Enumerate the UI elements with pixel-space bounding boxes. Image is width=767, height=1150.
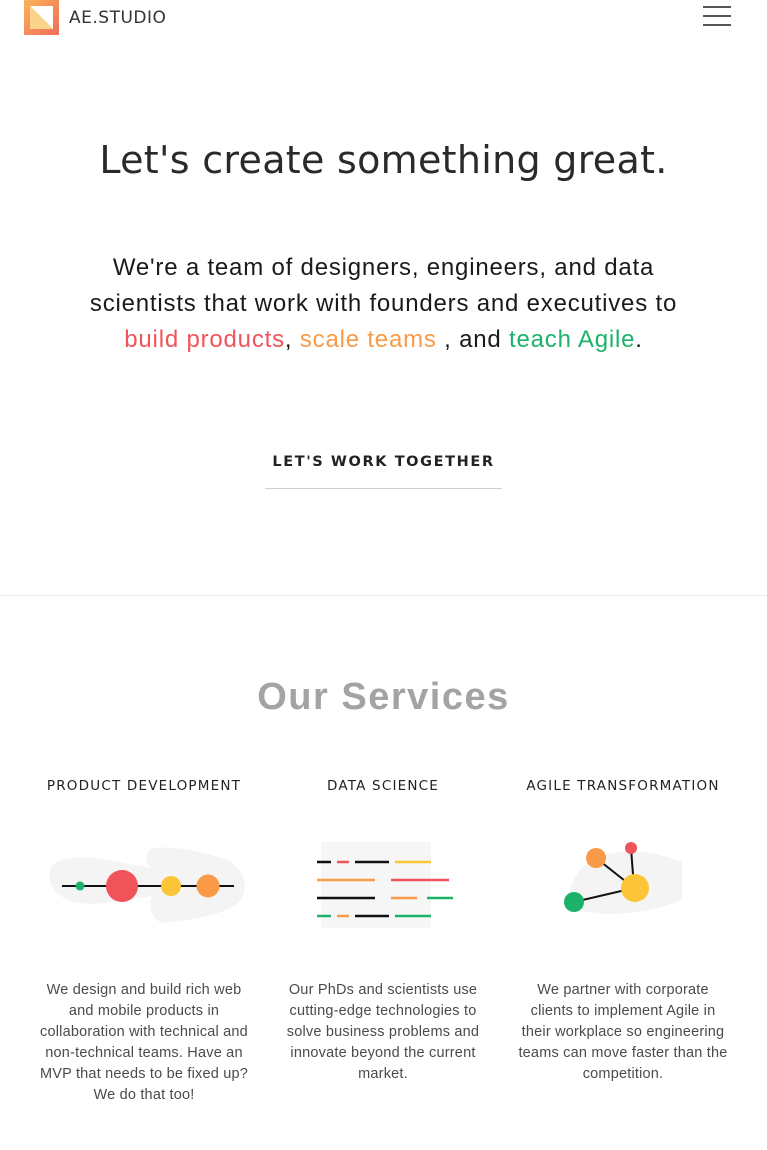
service-heading: AGILE TRANSFORMATION [526, 778, 720, 794]
services-title: Our Services [257, 676, 510, 718]
service-description: We partner with corporate clients to imp… [518, 982, 728, 1082]
data-science-illustration-icon [317, 842, 453, 928]
brand-name: AE.STUDIO [69, 7, 167, 28]
lets-work-together-button[interactable]: LET'S WORK TOGETHER [265, 448, 502, 489]
product-development-illustration-icon [49, 847, 245, 923]
hero-intro-text: We're a team of designers, engineers, an… [89, 254, 678, 317]
site-header: AE.STUDIO [0, 0, 767, 40]
highlight-teach-agile: teach Agile [509, 326, 636, 353]
brand-logo[interactable]: AE.STUDIO [24, 0, 166, 35]
service-heading: DATA SCIENCE [326, 778, 440, 794]
service-agile-transformation: AGILE TRANSFORMATION We partner with cor… [516, 778, 730, 1082]
service-description: We design and build rich web and mobile … [39, 982, 249, 1103]
hero-separator: , and [444, 326, 502, 353]
hero-title: Let's create something great. [99, 138, 668, 182]
ae-studio-logo-icon [24, 0, 59, 35]
hero-period: . [635, 326, 643, 353]
highlight-build-products: build products [124, 326, 285, 353]
hero-separator: , [284, 326, 293, 353]
agile-network-illustration-icon [564, 842, 682, 915]
section-divider [0, 595, 767, 596]
service-data-science: DATA SCIENCE Our PhDs and scientists use… [276, 778, 490, 1082]
hamburger-menu-icon[interactable] [703, 6, 731, 30]
hero-intro: We're a team of designers, engineers, an… [60, 250, 707, 358]
highlight-scale-teams: scale teams [299, 326, 437, 353]
service-description: Our PhDs and scientists use cutting-edge… [286, 982, 480, 1082]
service-product-development: PRODUCT DEVELOPMENT We design and build … [37, 778, 251, 1103]
service-heading: PRODUCT DEVELOPMENT [46, 778, 242, 794]
